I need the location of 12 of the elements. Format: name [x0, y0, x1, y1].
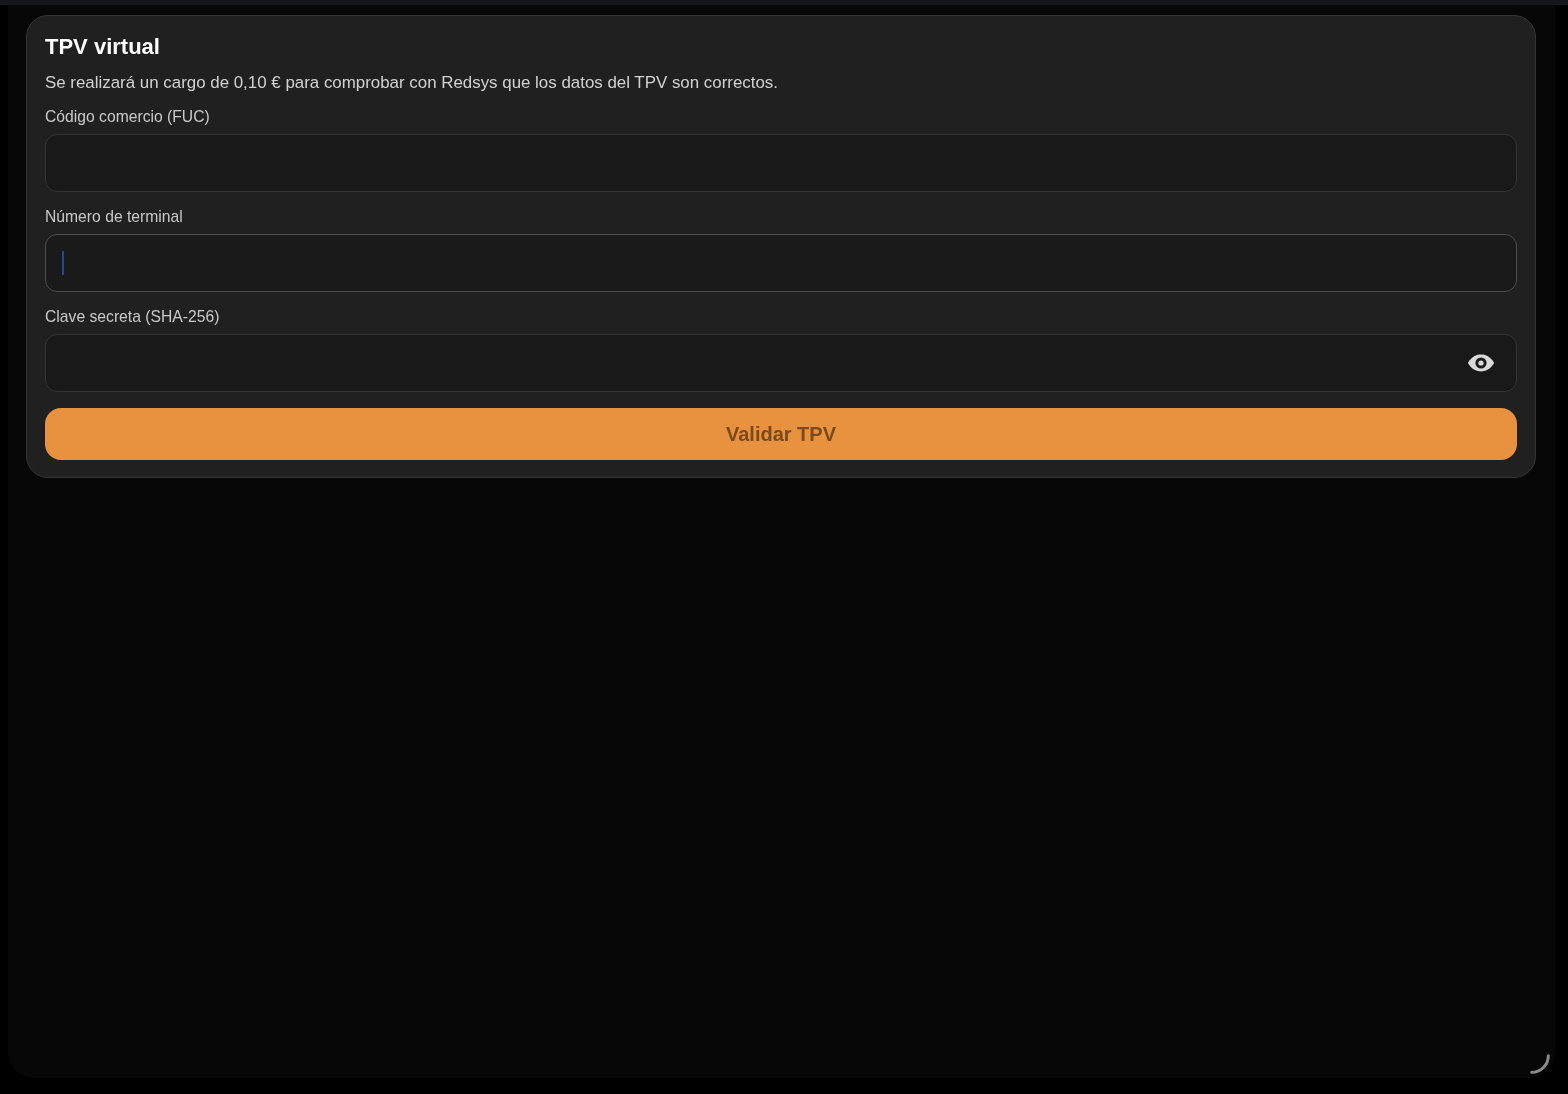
- description-text: Se realizará un cargo de 0,10 € para comprobar con Redsys que los datos del TPV son correctos.: [45, 72, 778, 94]
- field-label: Código comercio (FUC): [45, 107, 210, 127]
- eye-icon: [1467, 354, 1495, 372]
- input-field[interactable]: [45, 134, 1517, 192]
- card-title: TPV virtual: [45, 33, 160, 61]
- text-cursor: [62, 251, 64, 275]
- input-field[interactable]: [45, 334, 1517, 392]
- field-label: Número de terminal: [45, 207, 183, 227]
- field-label: Clave secreta (SHA-256): [45, 307, 220, 327]
- validate-button[interactable]: Validar TPV: [45, 408, 1517, 460]
- show-password-button[interactable]: [1467, 354, 1495, 372]
- input-field[interactable]: [45, 234, 1517, 292]
